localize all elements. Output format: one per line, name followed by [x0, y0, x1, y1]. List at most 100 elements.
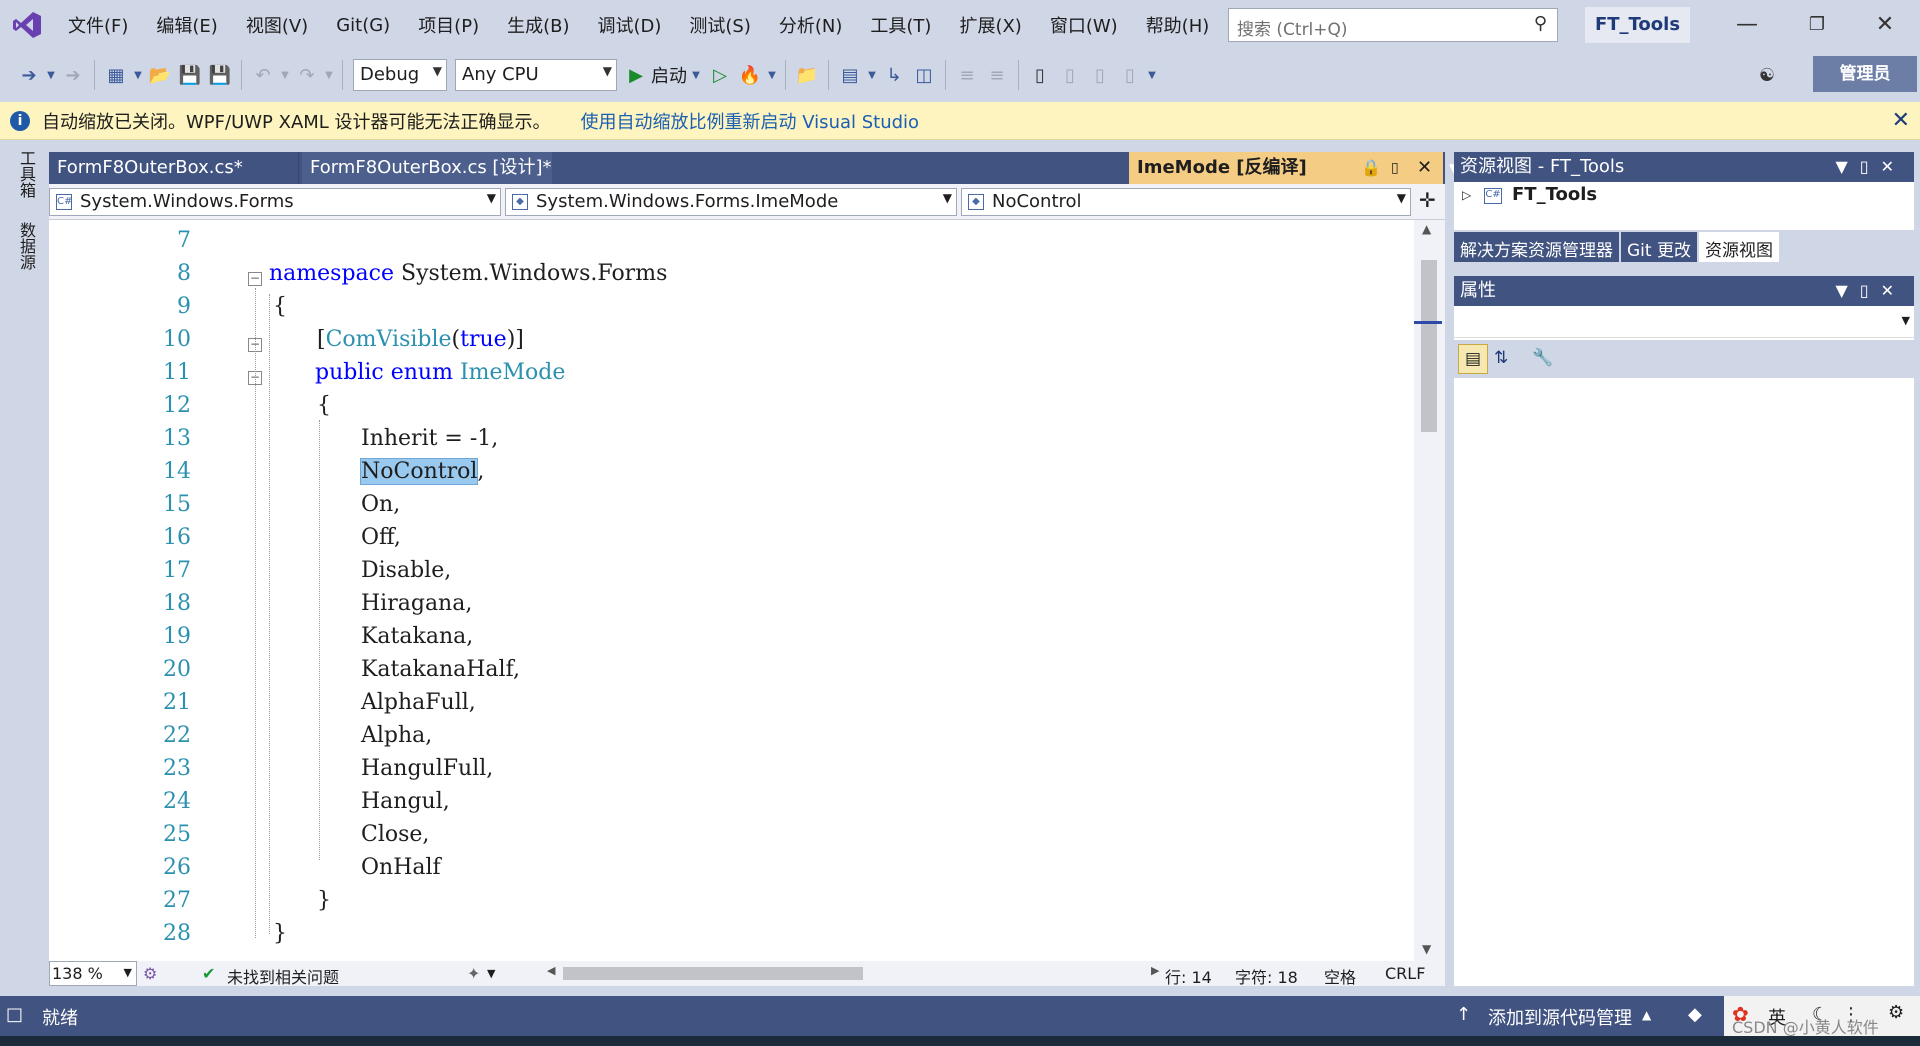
menu-file[interactable]: 文件(F) — [54, 12, 142, 38]
split-window-icon[interactable]: ✛ — [1419, 188, 1436, 212]
search-box[interactable]: 搜索 (Ctrl+Q) ⚲ — [1228, 8, 1558, 42]
tab-solution-explorer[interactable]: 解决方案资源管理器 — [1454, 232, 1619, 262]
redo-icon[interactable]: ↷ — [292, 58, 322, 92]
panel-controls[interactable]: ▼▯✕ — [1835, 276, 1906, 306]
clear-bookmarks-icon[interactable]: ▯ — [1115, 58, 1145, 92]
scroll-left-icon[interactable]: ◀ — [547, 964, 555, 977]
minimize-button[interactable]: — — [1712, 0, 1782, 50]
notification-icon[interactable]: □ — [6, 1004, 23, 1025]
back-nav-icon[interactable]: ➔ — [14, 58, 44, 92]
menu-analyze[interactable]: 分析(N) — [765, 12, 857, 38]
save-all-icon[interactable]: 💾 — [205, 58, 235, 92]
menu-project[interactable]: 项目(P) — [404, 12, 493, 38]
categorized-icon[interactable]: ▤ — [1458, 344, 1488, 374]
menu-window[interactable]: 窗口(W) — [1036, 12, 1132, 38]
collapse-namespace-icon[interactable]: − — [248, 272, 262, 286]
char-indicator[interactable]: 字符: 18 — [1235, 964, 1298, 988]
undo-dropdown-icon[interactable]: ▼ — [278, 58, 292, 92]
new-project-dropdown-icon[interactable]: ▼ — [131, 58, 145, 92]
menu-test[interactable]: 测试(S) — [675, 12, 764, 38]
scroll-right-icon[interactable]: ▶ — [1151, 964, 1159, 977]
solution-config-select[interactable]: Debug ▼ — [353, 59, 447, 91]
toolbar-overflow-icon[interactable]: ▼ — [1145, 58, 1159, 92]
visual-studio-logo-icon[interactable] — [0, 0, 54, 50]
browse-folder-icon[interactable]: 📁 — [792, 58, 822, 92]
scroll-up-icon[interactable]: ▲ — [1422, 222, 1431, 236]
prev-bookmark-icon[interactable]: ▯ — [1055, 58, 1085, 92]
hscroll-thumb[interactable] — [563, 967, 863, 980]
horizontal-scrollbar[interactable]: ◀ ▶ — [547, 964, 1163, 980]
layout-icon[interactable]: ▤ — [835, 58, 865, 92]
indent-icon[interactable]: ≡ — [982, 58, 1012, 92]
step-into-icon[interactable]: ↳ — [879, 58, 909, 92]
hot-reload-icon[interactable]: 🔥 — [735, 58, 765, 92]
menu-git[interactable]: Git(G) — [322, 15, 404, 36]
code-area[interactable]: 7 8 9 10 11 12 13 14 15 16 17 18 19 20 2… — [49, 220, 1414, 961]
menu-help[interactable]: 帮助(H) — [1132, 12, 1224, 38]
menu-build[interactable]: 生成(B) — [493, 12, 583, 38]
admin-badge[interactable]: 管理员 — [1813, 56, 1917, 92]
expand-arrow-icon[interactable]: ▷ — [1462, 188, 1471, 202]
close-icon[interactable]: ✕ — [1892, 108, 1910, 133]
git-icon[interactable]: ◆ — [1688, 1004, 1702, 1025]
data-sources-tab[interactable]: 数据源 — [14, 222, 38, 270]
forward-nav-icon[interactable]: ➔ — [58, 58, 88, 92]
start-without-debug-icon[interactable]: ▷ — [705, 58, 735, 92]
solution-platform-select[interactable]: Any CPU ▼ — [455, 59, 617, 91]
hot-reload-dropdown-icon[interactable]: ▼ — [765, 58, 779, 92]
restart-scaling-link[interactable]: 使用自动缩放比例重新启动 Visual Studio — [581, 108, 920, 134]
ime-settings-icon[interactable]: ⚙ — [1888, 1002, 1904, 1023]
toolbox-tab[interactable]: 工具箱 — [14, 150, 38, 198]
tab-imemode-decompiled[interactable]: ImeMode [反编译] 🔒 ▯ ✕ — [1129, 152, 1443, 184]
start-play-icon[interactable]: ▶ — [621, 58, 651, 92]
back-dropdown-icon[interactable]: ▼ — [44, 58, 58, 92]
alphabetical-icon[interactable]: ⇅ — [1494, 348, 1508, 368]
menu-extensions[interactable]: 扩展(X) — [945, 12, 1035, 38]
live-share-icon[interactable]: ☯ — [1752, 58, 1782, 92]
start-dropdown-icon[interactable]: ▼ — [687, 58, 705, 92]
new-project-icon[interactable]: ▦ — [101, 58, 131, 92]
next-bookmark-icon[interactable]: ▯ — [1085, 58, 1115, 92]
zoom-select[interactable]: 138 % ▼ — [49, 961, 137, 986]
pin-icon[interactable]: ▯ — [1391, 152, 1399, 184]
menu-edit[interactable]: 编辑(E) — [142, 12, 231, 38]
member-dropdown[interactable]: ◆ NoControl ▼ — [961, 188, 1411, 216]
redo-dropdown-icon[interactable]: ▼ — [322, 58, 336, 92]
namespace-dropdown[interactable]: C# System.Windows.Forms ▼ — [49, 188, 501, 216]
tab-form-cs[interactable]: FormF8OuterBox.cs* — [49, 152, 299, 184]
chevron-down-icon[interactable]: ▼ — [487, 967, 495, 980]
up-arrow-icon[interactable]: ↑ — [1456, 1004, 1471, 1025]
scroll-down-icon[interactable]: ▼ — [1422, 942, 1431, 956]
menu-view[interactable]: 视图(V) — [232, 12, 322, 38]
code-cleanup-icon[interactable]: ✦ — [467, 964, 480, 983]
menu-tools[interactable]: 工具(T) — [856, 12, 945, 38]
vertical-scrollbar[interactable]: ▲ ▼ — [1414, 220, 1445, 961]
object-selector[interactable]: ▼ — [1454, 306, 1914, 338]
restore-button[interactable]: ❐ — [1782, 0, 1852, 50]
close-window-button[interactable]: ✕ — [1850, 0, 1920, 50]
undo-icon[interactable]: ↶ — [248, 58, 278, 92]
type-dropdown[interactable]: ◆ System.Windows.Forms.ImeMode ▼ — [505, 188, 957, 216]
add-source-control-button[interactable]: 添加到源代码管理 — [1488, 1004, 1632, 1030]
chevron-up-icon[interactable]: ▲ — [1642, 1008, 1651, 1022]
layout-dropdown-icon[interactable]: ▼ — [865, 58, 879, 92]
save-icon[interactable]: 💾 — [175, 58, 205, 92]
close-tab-icon[interactable]: ✕ — [1417, 152, 1432, 184]
start-button[interactable]: 启动 — [651, 62, 687, 88]
issues-status[interactable]: 未找到相关问题 — [227, 964, 339, 988]
intellicode-icon[interactable]: ⚙ — [143, 964, 157, 983]
tab-resource-view[interactable]: 资源视图 — [1698, 232, 1779, 262]
property-pages-icon[interactable]: 🔧 — [1532, 348, 1553, 368]
panel-controls[interactable]: ▼▯✕ — [1835, 152, 1906, 182]
scroll-thumb[interactable] — [1421, 260, 1437, 432]
step-over-icon[interactable]: ◫ — [909, 58, 939, 92]
bookmark-icon[interactable]: ▯ — [1025, 58, 1055, 92]
line-ending-indicator[interactable]: CRLF — [1385, 964, 1425, 983]
outdent-icon[interactable]: ≡ — [952, 58, 982, 92]
open-folder-icon[interactable]: 📂 — [145, 58, 175, 92]
tab-git-changes[interactable]: Git 更改 — [1621, 232, 1697, 262]
menu-debug[interactable]: 调试(D) — [584, 12, 676, 38]
line-indicator[interactable]: 行: 14 — [1165, 964, 1212, 988]
whitespace-indicator[interactable]: 空格 — [1324, 964, 1356, 988]
tab-form-designer[interactable]: FormF8OuterBox.cs [设计]* — [302, 152, 552, 184]
